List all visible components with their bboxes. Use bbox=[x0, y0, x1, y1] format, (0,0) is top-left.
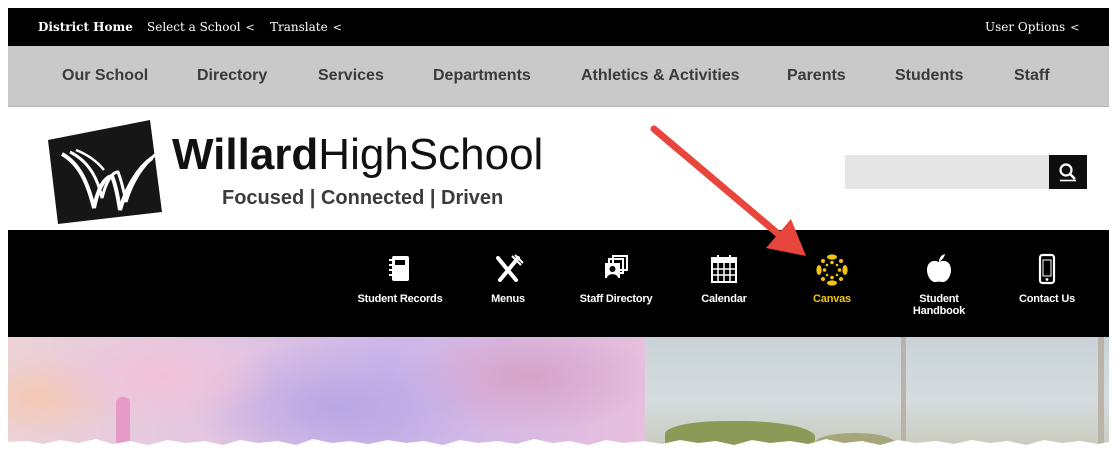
page-frame: District Home Select a School < Translate… bbox=[8, 8, 1109, 453]
annotation-arrow bbox=[650, 125, 806, 256]
